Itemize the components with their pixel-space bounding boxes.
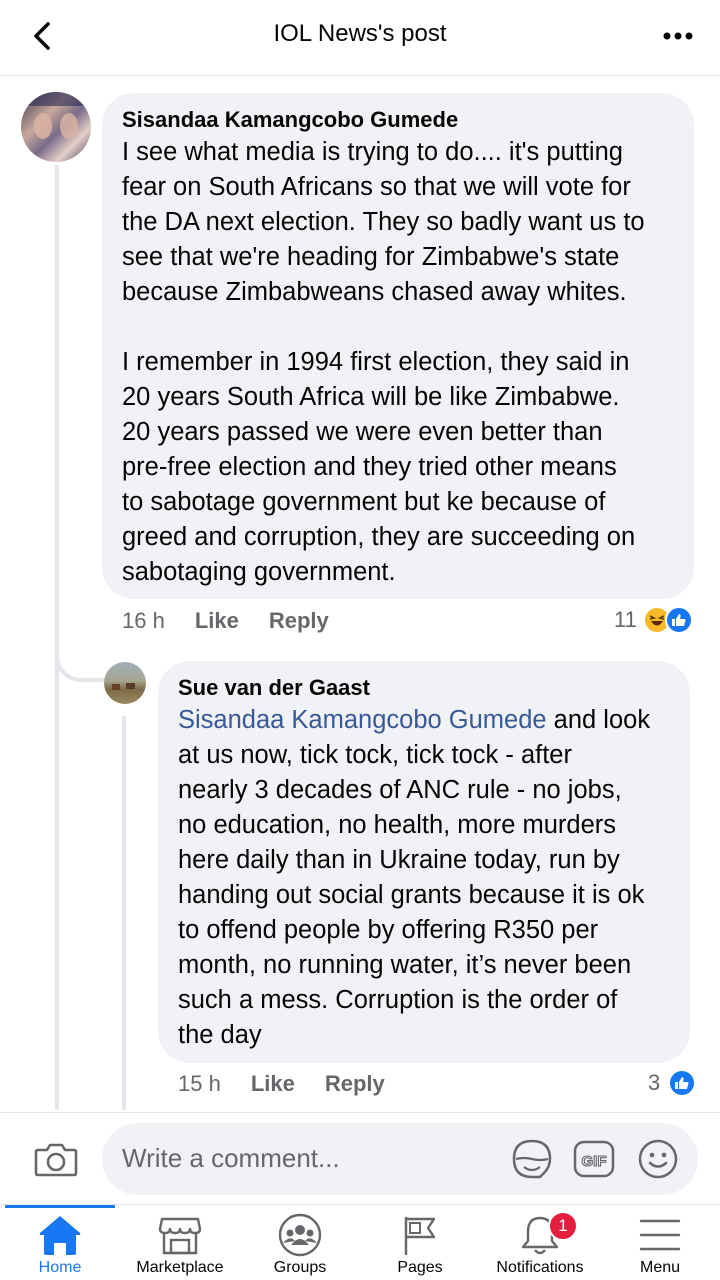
comment-timestamp[interactable]: 16 h [122, 608, 165, 634]
tab-label: Home [38, 1259, 82, 1276]
sticker-button[interactable] [510, 1137, 554, 1181]
reaction-summary[interactable]: 11 [614, 606, 693, 634]
comment-line: the DA next election. They so badly want… [122, 208, 645, 236]
more-horizontal-icon [663, 32, 693, 40]
comment-input[interactable]: Write a comment... GIF [102, 1123, 698, 1195]
comment-line: the day [178, 1021, 262, 1049]
camera-button[interactable] [32, 1135, 80, 1183]
active-tab-indicator [5, 1205, 115, 1208]
comment-line: to sabotage government but ke because of [122, 488, 606, 516]
tab-label: Notifications [496, 1259, 584, 1276]
comment-text: I see what media is trying to do.... it'… [122, 135, 688, 590]
more-options-button[interactable] [658, 16, 698, 56]
comment-author[interactable]: Sue van der Gaast [178, 675, 370, 701]
like-button[interactable]: Like [251, 1071, 295, 1097]
sticker-icon [512, 1139, 552, 1179]
comment-line: at us now, tick tock, tick tock - after [178, 741, 572, 769]
tab-pages[interactable]: Pages [360, 1205, 480, 1280]
reply-bubble[interactable]: Sue van der Gaast Sisandaa Kamangcobo Gu… [158, 661, 690, 1063]
tab-marketplace[interactable]: Marketplace [120, 1205, 240, 1280]
tab-groups[interactable]: Groups [240, 1205, 360, 1280]
notification-badge: 1 [548, 1211, 578, 1241]
svg-text:GIF: GIF [582, 1153, 607, 1170]
comment-line: sabotaging government. [122, 558, 396, 586]
like-reaction-icon [668, 1069, 697, 1097]
comment-line: I remember in 1994 first election, they … [122, 348, 630, 376]
comment-text: Sisandaa Kamangcobo Gumede and look at u… [178, 703, 684, 1053]
tab-home[interactable]: Home [0, 1205, 120, 1280]
comment-author[interactable]: Sisandaa Kamangcobo Gumede [122, 107, 458, 133]
tab-label: Marketplace [136, 1259, 224, 1276]
comment-line: I see what media is trying to do.... it'… [122, 138, 623, 166]
avatar[interactable] [104, 662, 146, 704]
tab-label: Groups [273, 1259, 327, 1276]
comment-line: pre-free election and they tried other m… [122, 453, 617, 481]
comment-line: month, no running water, it’s never been [178, 951, 632, 979]
menu-icon [639, 1219, 681, 1251]
comment-line: 20 years South Africa will be like Zimba… [122, 383, 620, 411]
tab-label: Pages [397, 1259, 443, 1276]
reply-button[interactable]: Reply [269, 608, 329, 634]
comment-line: 20 years passed we were even better than [122, 418, 603, 446]
pages-flag-icon [404, 1217, 436, 1255]
comment-actions: 16 h Like Reply [122, 608, 329, 634]
comment-line: fear on South Africans so that we will v… [122, 173, 631, 201]
thread-branch [55, 630, 105, 682]
comment-timestamp[interactable]: 15 h [178, 1071, 221, 1097]
comment-line: here daily than in Ukraine today, run by [178, 846, 620, 874]
reaction-summary[interactable]: 3 [648, 1069, 697, 1097]
marketplace-icon [158, 1217, 202, 1255]
tab-label: Menu [639, 1259, 681, 1276]
tab-notifications[interactable]: 1 Notifications [480, 1205, 600, 1280]
tab-menu[interactable]: Menu [600, 1205, 720, 1280]
page-title: IOL News's post [273, 20, 447, 47]
comment-line: handing out social grants because it is … [178, 881, 645, 909]
reply-button[interactable]: Reply [325, 1071, 385, 1097]
comment-line: no education, no health, more murders [178, 811, 617, 839]
comment-line: greed and corruption, they are succeedin… [122, 523, 636, 551]
comment-line: to offend people by offering R350 per [178, 916, 599, 944]
top-bar: IOL News's post [0, 0, 720, 76]
comment-line-rest: and look [546, 706, 651, 734]
comment-line: because Zimbabweans chased away whites. [122, 278, 627, 306]
comment-composer: Write a comment... GIF [0, 1112, 720, 1204]
comment-line: nearly 3 decades of ANC rule - no jobs, [178, 776, 622, 804]
groups-icon [278, 1213, 322, 1257]
emoji-button[interactable] [636, 1137, 680, 1181]
like-reaction-icon [664, 606, 693, 634]
like-button[interactable]: Like [195, 608, 239, 634]
camera-icon [34, 1143, 78, 1177]
avatar[interactable] [21, 92, 91, 162]
reply-thread-line [122, 716, 126, 1110]
comment-line: see that we're heading for Zimbabwe's st… [122, 243, 620, 271]
comment-bubble[interactable]: Sisandaa Kamangcobo Gumede I see what me… [102, 93, 694, 599]
emoji-icon [638, 1139, 678, 1179]
comment-input-placeholder: Write a comment... [122, 1143, 340, 1173]
comment-line: such a mess. Corruption is the order of [178, 986, 618, 1014]
gif-icon: GIF [573, 1140, 615, 1178]
reaction-count: 3 [648, 1070, 661, 1095]
home-icon [39, 1216, 81, 1255]
gif-button[interactable]: GIF [572, 1137, 616, 1181]
comment-actions: 15 h Like Reply [178, 1071, 385, 1097]
mention-link[interactable]: Sisandaa Kamangcobo Gumede [178, 706, 547, 734]
reaction-count: 11 [614, 607, 637, 632]
bottom-tab-bar: Home Marketplace Groups Pages 1 Notifica… [0, 1204, 720, 1280]
comment-line: Sisandaa Kamangcobo Gumede and look [178, 703, 684, 738]
